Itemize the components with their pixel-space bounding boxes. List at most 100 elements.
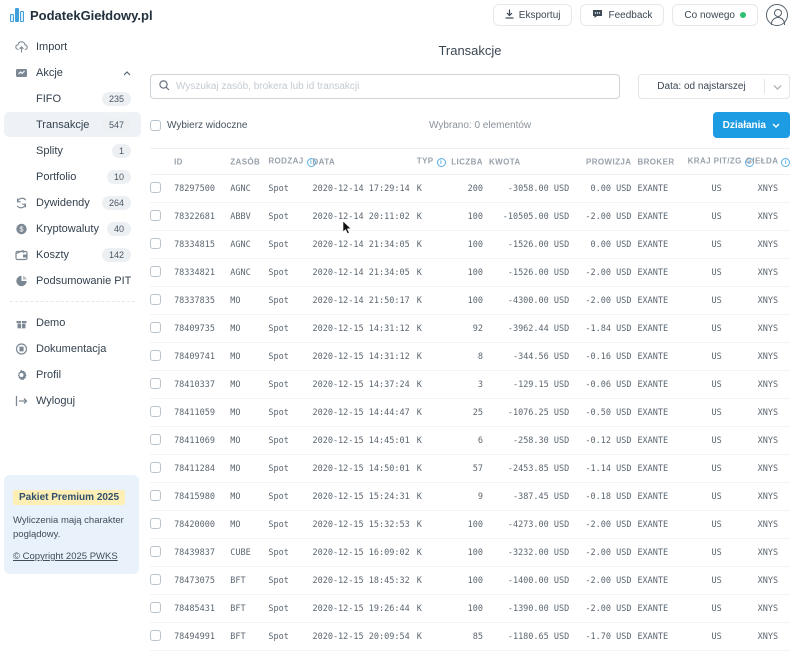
column-header-data[interactable]: DATA [312, 149, 416, 175]
sidebar-item-portfolio[interactable]: Portfolio10 [4, 164, 141, 189]
row-checkbox-cell [150, 595, 174, 623]
sidebar-item-label: Wyloguj [36, 395, 131, 407]
row-checkbox[interactable] [150, 266, 161, 277]
row-checkbox-cell [150, 203, 174, 231]
whats-new-button[interactable]: Co nowego [672, 4, 758, 26]
row-checkbox[interactable] [150, 350, 161, 361]
row-checkbox[interactable] [150, 602, 161, 613]
cell-broker: EXANTE [637, 427, 687, 455]
cell-typ: K [417, 231, 451, 259]
sidebar-item-dokumentacja[interactable]: Dokumentacja [4, 336, 141, 361]
sidebar-item-label: Dywidendy [36, 197, 102, 209]
premium-promo-box: Pakiet Premium 2025 Wyliczenia mają char… [4, 475, 139, 574]
select-visible-checkbox[interactable] [150, 120, 161, 131]
row-checkbox[interactable] [150, 238, 161, 249]
column-header-zas-b[interactable]: ZASÓB [230, 149, 268, 175]
count-badge: 40 [107, 222, 131, 236]
column-header-liczba[interactable]: LICZBA [451, 149, 489, 175]
sidebar-item-label: Profil [36, 369, 131, 381]
sidebar-item-kryptowaluty[interactable]: $Kryptowaluty40 [4, 216, 141, 241]
column-header-gie-da[interactable]: GIEŁDA [746, 149, 790, 175]
row-checkbox[interactable] [150, 630, 161, 641]
summary-icon [14, 274, 28, 288]
sidebar-item-fifo[interactable]: FIFO235 [4, 86, 141, 111]
row-checkbox[interactable] [150, 294, 161, 305]
cell-zas-b: BFT [230, 595, 268, 623]
column-header-broker[interactable]: BROKER [637, 149, 687, 175]
row-checkbox[interactable] [150, 434, 161, 445]
row-checkbox[interactable] [150, 574, 161, 585]
export-button[interactable]: Eksportuj [493, 4, 573, 26]
row-checkbox[interactable] [150, 406, 161, 417]
cell-kwota: -1076.25 USD [489, 399, 575, 427]
cell-broker: EXANTE [637, 399, 687, 427]
row-checkbox[interactable] [150, 462, 161, 473]
download-icon [505, 9, 514, 22]
cell-broker: EXANTE [637, 371, 687, 399]
sidebar-item-label: FIFO [36, 93, 102, 105]
column-header-kraj-pit-zg[interactable]: KRAJ PIT/ZG [688, 149, 746, 175]
sidebar-item-akcje[interactable]: Akcje [4, 60, 141, 85]
cell-kraj-pit-zg: US [688, 567, 746, 595]
cell-rodzaj: Spot [268, 231, 312, 259]
column-header-typ[interactable]: TYP [417, 149, 451, 175]
cell-data: 2020-12-15 15:24:31 [312, 483, 416, 511]
row-checkbox[interactable] [150, 210, 161, 221]
row-checkbox[interactable] [150, 322, 161, 333]
cell-typ: K [417, 483, 451, 511]
cell-data: 2020-12-15 14:31:12 [312, 343, 416, 371]
info-icon[interactable] [437, 158, 446, 167]
copyright-link[interactable]: © Copyright 2025 PWKS [13, 551, 118, 562]
search-input[interactable] [176, 81, 611, 92]
row-checkbox[interactable] [150, 182, 161, 193]
sidebar-item-import[interactable]: Import [4, 34, 141, 59]
cell-rodzaj: Spot [268, 455, 312, 483]
sidebar-item-koszty[interactable]: Koszty142 [4, 242, 141, 267]
cell-zas-b: MO [230, 343, 268, 371]
row-checkbox-cell [150, 455, 174, 483]
row-checkbox-cell [150, 259, 174, 287]
sidebar-item-profil[interactable]: Profil [4, 362, 141, 387]
header-checkbox-cell [150, 149, 174, 175]
info-icon[interactable] [781, 158, 790, 167]
table-row: 78409741MOSpot2020-12-15 14:31:12K8-344.… [150, 343, 790, 371]
sidebar-item-demo[interactable]: Demo [4, 310, 141, 335]
sidebar-item-splity[interactable]: Splity1 [4, 138, 141, 163]
user-avatar-icon[interactable] [766, 4, 788, 26]
column-header-rodzaj[interactable]: RODZAJ [268, 149, 312, 175]
table-header-row: IDZASÓBRODZAJDATA TYPLICZBAKWOTAPROWIZJAB… [150, 149, 790, 175]
row-checkbox[interactable] [150, 546, 161, 557]
cell-liczba: 9 [451, 483, 489, 511]
column-header-id[interactable]: ID [174, 149, 230, 175]
cell-data: 2020-12-15 14:31:12 [312, 315, 416, 343]
sidebar-item-dywidendy[interactable]: Dywidendy264 [4, 190, 141, 215]
cell-rodzaj: Spot [268, 427, 312, 455]
cell-broker: EXANTE [637, 175, 687, 203]
sidebar-item-podsumowanie-pit-38[interactable]: Podsumowanie PIT-38 [4, 268, 141, 293]
row-checkbox[interactable] [150, 378, 161, 389]
cell-id: 78334821 [174, 259, 230, 287]
sidebar-item-transakcje[interactable]: Transakcje547 [4, 112, 141, 137]
actions-button[interactable]: Działania [713, 112, 790, 138]
cell-broker: EXANTE [637, 567, 687, 595]
column-header-kwota[interactable]: KWOTA [489, 149, 575, 175]
sidebar-item-wyloguj[interactable]: Wyloguj [4, 388, 141, 413]
sidebar-nav: ImportAkcjeFIFO235Transakcje547Splity1Po… [0, 34, 145, 293]
cell-id: 78411069 [174, 427, 230, 455]
cell-liczba: 100 [451, 511, 489, 539]
row-checkbox[interactable] [150, 518, 161, 529]
cell-rodzaj: Spot [268, 595, 312, 623]
count-badge: 142 [102, 248, 131, 262]
cell-zas-b: ABBV [230, 203, 268, 231]
column-header-label: DATA [312, 157, 335, 166]
column-header-prowizja[interactable]: PROWIZJA [575, 149, 637, 175]
cell-prowizja: 0.00 USD [575, 231, 637, 259]
row-checkbox[interactable] [150, 490, 161, 501]
search-box[interactable] [150, 74, 620, 99]
select-visible-control[interactable]: Wybierz widoczne [150, 120, 248, 131]
bar-chart-logo-icon [10, 8, 24, 22]
sort-select[interactable]: Data: od najstarszej [638, 74, 790, 99]
count-badge: 1 [112, 144, 131, 158]
feedback-button[interactable]: Feedback [580, 4, 664, 26]
sidebar-item-label: Import [36, 41, 131, 53]
